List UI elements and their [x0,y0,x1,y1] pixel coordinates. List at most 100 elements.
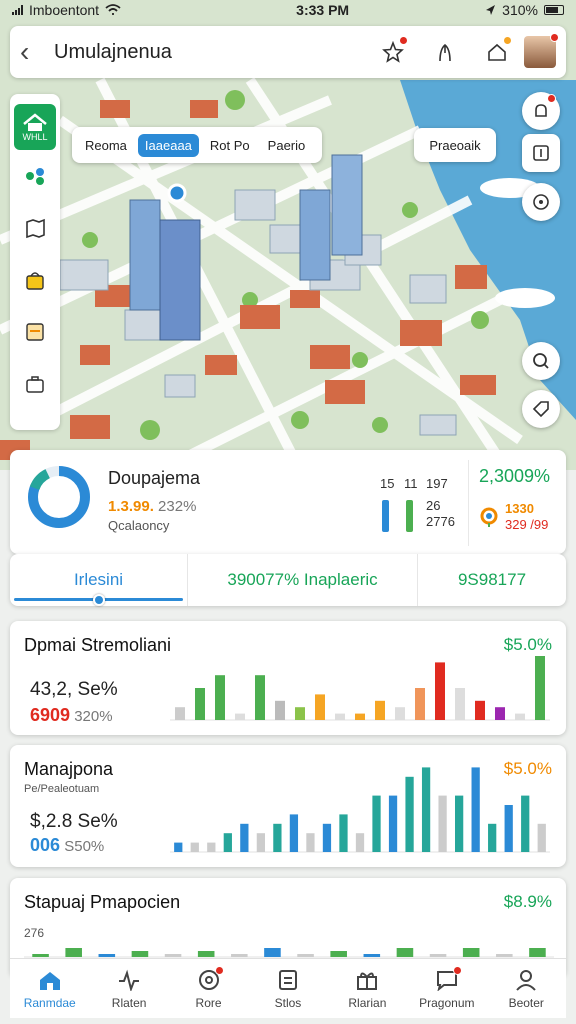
tag-fab[interactable] [522,390,560,428]
summary-title: Doupajema [108,468,201,488]
chip-1[interactable]: Iaaeaaa [137,133,199,157]
bag-icon [26,272,44,290]
sidebar-item-map[interactable] [14,202,56,254]
chart-bar [462,948,480,957]
signal-icon [12,5,23,15]
chart-bar [256,833,265,852]
map-place-tag[interactable]: Praeoaik [414,128,496,162]
chart-bar [396,948,414,957]
stat-value: 43,2, Se% [30,679,118,700]
chart-bar [235,713,245,720]
chart-bar [363,954,381,957]
bar-chart-2 [170,767,550,853]
inbox-icon [26,323,44,341]
mini-num-0: 26 [426,498,441,513]
chart-bar [355,833,365,852]
mini-num-1: 2776 [426,514,455,529]
sidebar-item-home[interactable]: WHLL [14,104,56,150]
chart-bar [339,814,348,852]
sidebar-item-inbox[interactable] [14,306,56,358]
home-shortcut-button[interactable] [482,36,512,67]
bar-chart-1 [170,656,550,721]
map-icon [26,218,45,239]
chart-bar [537,823,546,852]
stat-subvalue-bold: 6909 [30,705,71,725]
chart-bar [455,795,464,852]
chart-bar [405,776,414,852]
nav-label: Rlaten [111,995,147,1010]
nav-item-profile[interactable]: Beoter [487,959,566,1018]
chart-bar [521,795,530,852]
nav-item-gift[interactable]: Rlarian [328,959,407,1018]
avatar[interactable] [524,33,559,68]
tab-overview[interactable]: Irlesini [10,554,188,606]
chart-bar [495,707,505,720]
chart-bar [455,688,465,720]
home-icon [39,971,60,990]
gift-icon [357,972,378,990]
chart-bar [504,805,513,852]
chart-bar [535,656,545,720]
network-icon [26,168,44,185]
chart-bar [175,707,185,720]
stat-subvalue: 6909 320% [30,705,113,726]
mini-top-0: 15 [380,476,395,491]
chart-bar [330,951,347,957]
chart-bar [195,688,205,720]
stat-value: $,2.8 Se% [30,811,118,832]
notification-dot [503,36,512,45]
stat-percent: $8.9% [503,892,552,911]
stat-title: Dpmai Stremoliani [24,635,172,655]
side-value-2: 329 /99 [505,517,549,532]
bar-chart-3 [24,948,554,958]
chart-bar [372,795,381,852]
search-fab[interactable] [522,342,560,380]
chart-bar [197,951,215,957]
donut-chart [27,466,90,528]
nav-item-chat[interactable]: Pragonum [407,959,486,1018]
tab-total[interactable]: 9S98177 [418,554,566,606]
nav-label: Ranmdae [23,995,76,1010]
nav-item-activity[interactable]: Rlaten [89,959,168,1018]
routes-button[interactable] [430,37,460,67]
summary-card[interactable]: Doupajema 1.3.99. 232% Qcalaoncy 15 11 1… [10,450,566,554]
chart-bar [415,688,425,720]
tab-metric[interactable]: 390077% Inaplaeric [188,554,418,606]
nav-item-target[interactable]: Rore [169,959,248,1018]
chip-0[interactable]: Reoma [78,134,134,157]
chart-bar [429,954,447,957]
mini-bar-blue [382,500,389,532]
back-arrow-icon[interactable]: ‹ [20,38,54,66]
sidebar-item-bag[interactable] [14,254,56,306]
route-icon [439,43,451,62]
chart-bar [496,954,513,957]
compass-icon [533,194,549,210]
side-value-1: 1330 [505,501,534,516]
alerts-fab[interactable] [522,92,560,130]
sidebar-item-briefcase[interactable] [14,358,56,410]
sidebar-item-network[interactable] [14,150,56,202]
slider-handle[interactable] [93,594,105,606]
nav-item-documents[interactable]: Stlos [248,959,327,1018]
document-icon [278,969,297,990]
chart-bar [207,842,216,852]
stat-card-1[interactable]: Dpmai Stremoliani $5.0% 43,2, Se% 6909 3… [10,621,566,735]
chart-bar [297,954,314,957]
locate-fab[interactable] [522,183,560,221]
layers-fab[interactable] [522,134,560,172]
battery-icon [543,5,564,15]
chart-bar [355,713,365,720]
chart-bar [421,767,431,852]
mini-top-1: 11 [404,476,418,491]
stat-title: Manajpona [24,759,114,779]
notification-dot [399,36,408,45]
stat-card-2[interactable]: Manajpona Pe/Pealeotuam $5.0% $,2.8 Se% … [10,745,566,867]
chart-bar [395,707,405,720]
nav-item-home[interactable]: Ranmdae [10,959,89,1018]
chip-2[interactable]: Rot Po [203,134,257,157]
chip-3[interactable]: Paerio [261,134,313,157]
chart-bar [223,833,232,852]
activity-icon [119,969,140,991]
favorites-button[interactable] [378,36,408,67]
mini-top-2: 197 [426,476,448,491]
